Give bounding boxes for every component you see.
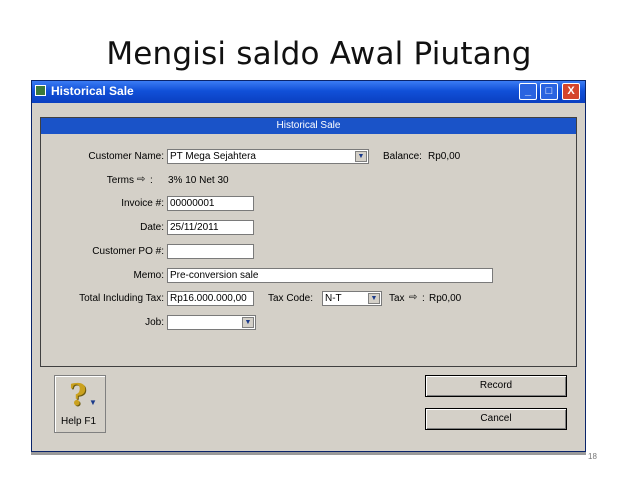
- balance-value: Rp0,00: [428, 151, 461, 162]
- panel-header: Historical Sale: [41, 118, 576, 134]
- form-area: Customer Name: PT Mega Sejahtera ▼ Balan…: [47, 142, 569, 362]
- tax-code-field[interactable]: N-T ▼: [322, 291, 382, 306]
- maximize-button[interactable]: □: [540, 83, 558, 100]
- help-icon: ?: [69, 378, 87, 413]
- customer-po-field[interactable]: [167, 244, 254, 259]
- cancel-button[interactable]: Cancel: [425, 408, 567, 430]
- job-label: Job:: [145, 317, 164, 328]
- customer-name-value: PT Mega Sejahtera: [170, 151, 256, 162]
- total-field[interactable]: Rp16.000.000,00: [167, 291, 254, 306]
- invoice-label: Invoice #:: [121, 198, 164, 209]
- help-label: Help F1: [61, 416, 97, 427]
- memo-field[interactable]: Pre-conversion sale: [167, 268, 493, 283]
- help-button[interactable]: ? ▼ Help F1: [54, 375, 106, 433]
- date-label: Date:: [140, 222, 164, 233]
- customer-po-label: Customer PO #:: [92, 246, 164, 257]
- customer-name-field[interactable]: PT Mega Sejahtera ▼: [167, 149, 369, 164]
- title-bar[interactable]: Historical Sale _ □ X: [32, 81, 585, 103]
- balance-label: Balance:: [383, 151, 422, 162]
- close-button[interactable]: X: [562, 83, 580, 100]
- tax-code-value: N-T: [325, 293, 342, 304]
- invoice-field[interactable]: 00000001: [167, 196, 254, 211]
- memo-label: Memo:: [133, 270, 164, 281]
- terms-colon: :: [150, 175, 153, 186]
- tax-code-dropdown-icon[interactable]: ▼: [368, 293, 380, 304]
- record-button[interactable]: Record: [425, 375, 567, 397]
- tax-arrow-icon[interactable]: ⇨: [409, 292, 417, 303]
- tax-label: Tax: [389, 293, 405, 304]
- chevron-down-icon: ▼: [89, 398, 97, 407]
- tax-colon: :: [422, 293, 425, 304]
- terms-label: Terms: [106, 175, 134, 186]
- app-icon: [35, 85, 46, 96]
- tax-code-label: Tax Code:: [268, 293, 314, 304]
- total-label: Total Including Tax:: [79, 293, 164, 304]
- page-number: 18: [588, 452, 597, 461]
- customer-name-label: Customer Name:: [88, 151, 164, 162]
- minimize-button[interactable]: _: [519, 83, 537, 100]
- window-title: Historical Sale: [51, 84, 134, 98]
- historical-sale-window: Historical Sale _ □ X Historical Sale Cu…: [31, 80, 586, 452]
- job-dropdown-icon[interactable]: ▼: [242, 317, 254, 328]
- form-panel: Historical Sale Customer Name: PT Mega S…: [40, 117, 577, 367]
- job-field[interactable]: ▼: [167, 315, 256, 330]
- customer-dropdown-icon[interactable]: ▼: [355, 151, 367, 162]
- divider: [31, 452, 586, 455]
- date-field[interactable]: 25/11/2011: [167, 220, 254, 235]
- terms-arrow-icon[interactable]: ⇨: [137, 174, 145, 185]
- tax-value: Rp0,00: [429, 293, 462, 304]
- terms-value: 3% 10 Net 30: [168, 175, 229, 186]
- slide-title: Mengisi saldo Awal Piutang: [106, 36, 532, 72]
